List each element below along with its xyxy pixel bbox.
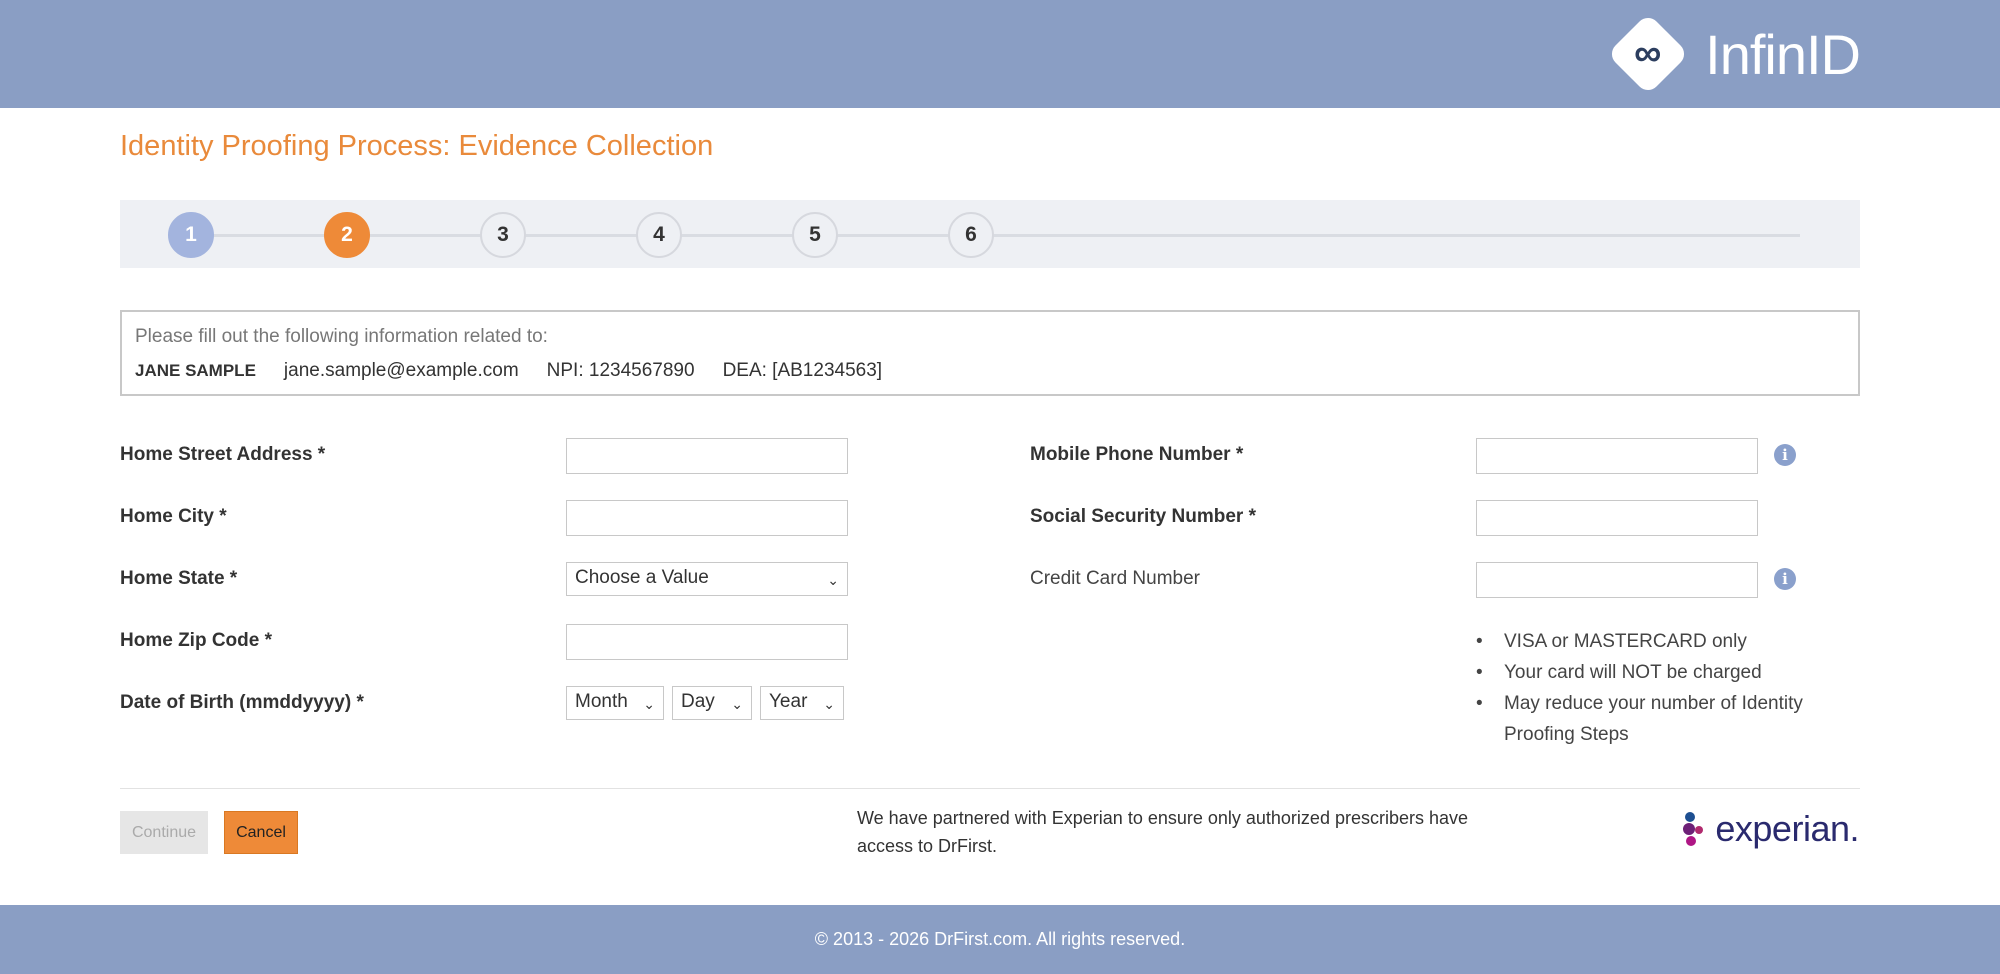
footer-bar: © 2013 - 2026 DrFirst.com. All rights re… [0, 905, 2000, 974]
step-3: 3 [480, 212, 526, 258]
phone-label: Mobile Phone Number * [1030, 444, 1244, 465]
step-1: 1 [168, 212, 214, 258]
brand-name: InfinID [1705, 22, 1861, 86]
cancel-button[interactable]: Cancel [224, 811, 298, 854]
dob-day-select[interactable]: Day ⌄ [672, 686, 752, 720]
street-label: Home Street Address * [120, 444, 326, 465]
user-npi: NPI: 1234567890 [546, 360, 695, 381]
zip-input[interactable] [566, 624, 848, 660]
chevron-down-icon: ⌄ [643, 696, 655, 712]
dob-year-select[interactable]: Year ⌄ [760, 686, 844, 720]
cc-input[interactable] [1476, 562, 1758, 598]
dob-day-value: Day [681, 691, 715, 712]
chevron-down-icon: ⌄ [827, 572, 839, 588]
info-icon[interactable]: i [1774, 568, 1796, 590]
infinity-icon: ∞ [1607, 12, 1690, 96]
user-name: JANE SAMPLE [135, 361, 256, 380]
infinid-logo: ∞ InfinID [1607, 12, 1861, 96]
progress-stepper: 1 2 3 4 5 6 [120, 200, 1860, 268]
dob-month-select[interactable]: Month ⌄ [566, 686, 664, 720]
step-4: 4 [636, 212, 682, 258]
ssn-label: Social Security Number * [1030, 506, 1256, 527]
city-input[interactable] [566, 500, 848, 536]
user-details: JANE SAMPLE jane.sample@example.com NPI:… [135, 360, 882, 382]
dob-year-value: Year [769, 691, 808, 712]
chevron-down-icon: ⌄ [823, 696, 835, 712]
ssn-input[interactable] [1476, 500, 1758, 536]
dob-month-value: Month [575, 691, 628, 712]
state-select[interactable]: Choose a Value ⌄ [566, 562, 848, 596]
step-2: 2 [324, 212, 370, 258]
city-label: Home City * [120, 506, 227, 527]
user-info-box: Please fill out the following informatio… [120, 310, 1860, 396]
header-bar: ∞ InfinID [0, 0, 2000, 108]
divider [120, 788, 1860, 789]
street-input[interactable] [566, 438, 848, 474]
continue-button[interactable]: Continue [120, 811, 208, 854]
chevron-down-icon: ⌄ [731, 696, 743, 712]
info-icon[interactable]: i [1774, 444, 1796, 466]
phone-input[interactable] [1476, 438, 1758, 474]
experian-wordmark: experian. [1715, 808, 1859, 849]
cc-label: Credit Card Number [1030, 568, 1200, 589]
partner-text: We have partnered with Experian to ensur… [857, 808, 1469, 856]
state-select-value: Choose a Value [575, 567, 709, 588]
user-email: jane.sample@example.com [283, 360, 519, 381]
zip-label: Home Zip Code * [120, 630, 273, 651]
cc-note: May reduce your number of Identity Proof… [1476, 688, 1836, 750]
cc-note: Your card will NOT be charged [1476, 657, 1836, 688]
dob-label: Date of Birth (mmddyyyy) * [120, 692, 364, 713]
step-5: 5 [792, 212, 838, 258]
user-dea: DEA: [AB1234563] [722, 360, 883, 381]
cc-notes-list: VISA or MASTERCARD only Your card will N… [1476, 626, 1836, 750]
experian-logo: experian. [1683, 808, 1859, 850]
copyright-text: © 2013 - 2026 DrFirst.com. All rights re… [814, 929, 1186, 949]
stepper-track [190, 234, 1800, 237]
state-label: Home State * [120, 568, 238, 589]
cc-note: VISA or MASTERCARD only [1476, 626, 1836, 657]
step-6: 6 [948, 212, 994, 258]
experian-dots-icon [1683, 812, 1705, 846]
page-title: Identity Proofing Process: Evidence Coll… [120, 130, 714, 162]
info-intro: Please fill out the following informatio… [135, 326, 548, 347]
